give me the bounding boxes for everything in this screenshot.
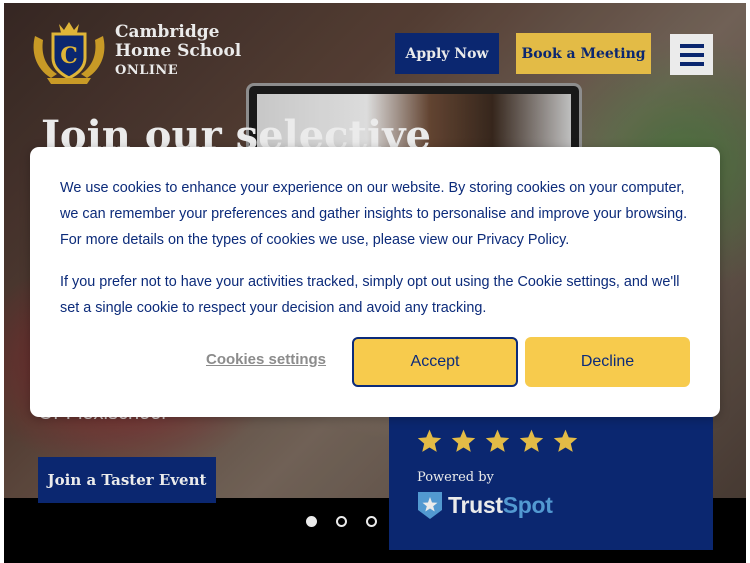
cookie-text-primary: We use cookies to enhance your experienc… — [60, 180, 688, 248]
cookies-settings-link[interactable]: Cookies settings — [206, 351, 326, 368]
cookie-text-secondary: If you prefer not to have your activitie… — [60, 274, 680, 316]
cookie-consent-dialog: We use cookies to enhance your experienc… — [30, 147, 720, 417]
accept-cookies-button[interactable]: Accept — [352, 337, 518, 387]
decline-cookies-button[interactable]: Decline — [525, 337, 690, 387]
